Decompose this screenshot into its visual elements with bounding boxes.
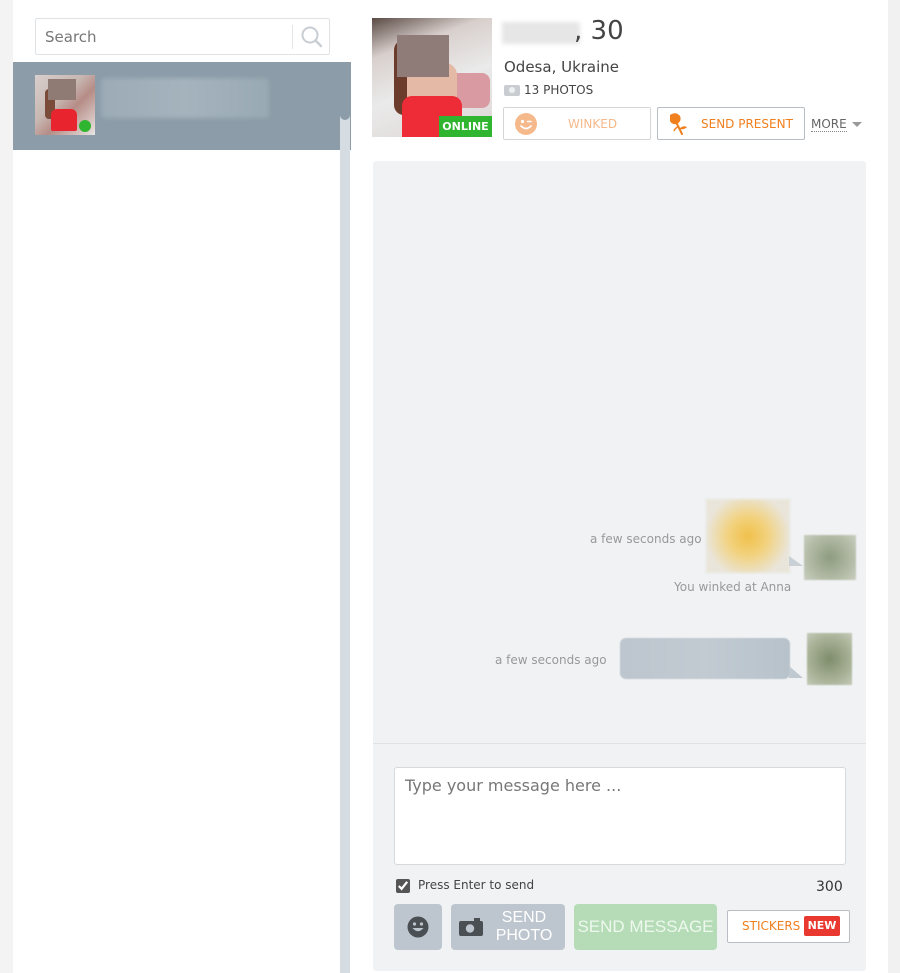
- blurred-face: [397, 35, 449, 77]
- send-photo-label: SEND PHOTO: [495, 909, 553, 944]
- char-counter: 300: [816, 879, 843, 895]
- search-input[interactable]: [36, 19, 291, 54]
- profile-age: , 30: [574, 16, 624, 46]
- search-divider: [292, 25, 293, 49]
- send-message-button[interactable]: SEND MESSAGE: [574, 904, 717, 950]
- search-icon: [301, 26, 323, 48]
- scrollbar-thumb[interactable]: [340, 62, 350, 120]
- send-present-label: SEND PRESENT: [701, 117, 793, 131]
- new-badge: NEW: [804, 916, 840, 936]
- camera-icon: [459, 918, 483, 936]
- message-bubble-redacted: [620, 638, 790, 679]
- online-status-dot: [79, 120, 91, 132]
- stickers-label: STICKERS: [742, 919, 801, 933]
- sender-avatar[interactable]: [807, 633, 852, 685]
- profile-photo[interactable]: ONLINE: [372, 18, 492, 137]
- profile-location: Odesa, Ukraine: [504, 58, 620, 76]
- photos-link[interactable]: 13 PHOTOS: [504, 83, 593, 97]
- rose-icon: [670, 113, 687, 135]
- photos-count: 13 PHOTOS: [524, 83, 594, 97]
- search-button[interactable]: [296, 22, 328, 52]
- contact-list-item[interactable]: [13, 62, 351, 150]
- profile-name-redacted: [502, 22, 580, 44]
- message-list: a few seconds ago You winked at Anna a f…: [373, 161, 866, 744]
- press-enter-label[interactable]: Press Enter to send: [418, 878, 534, 892]
- sidebar-scrollbar[interactable]: [340, 62, 350, 973]
- chat-panel: ONLINE , 30 Odesa, Ukraine 13 PHOTOS WIN…: [352, 0, 888, 973]
- message-timestamp: a few seconds ago: [590, 532, 702, 546]
- wink-caption: You winked at Anna: [674, 580, 792, 594]
- wink-sticker-image: [706, 499, 790, 573]
- camera-icon: [504, 84, 520, 96]
- conversation-sidebar: [13, 0, 352, 973]
- emoji-button[interactable]: [394, 904, 442, 950]
- online-badge: ONLINE: [439, 116, 492, 137]
- bubble-tail: [789, 556, 803, 566]
- stickers-button[interactable]: STICKERS NEW: [727, 910, 850, 943]
- send-photo-button[interactable]: SEND PHOTO: [451, 904, 565, 950]
- winked-button[interactable]: WINKED: [503, 107, 651, 140]
- wink-smiley-icon: [515, 113, 537, 135]
- press-enter-checkbox[interactable]: [396, 879, 410, 893]
- winked-label: WINKED: [568, 117, 618, 131]
- page-right-margin: [888, 0, 900, 973]
- search-box: [35, 18, 330, 55]
- chat-area: a few seconds ago You winked at Anna a f…: [373, 161, 866, 971]
- blurred-face: [48, 79, 76, 100]
- chevron-down-icon[interactable]: [852, 122, 862, 127]
- more-menu-link[interactable]: MORE: [811, 117, 847, 132]
- contact-name-redacted: [101, 78, 269, 118]
- sender-avatar[interactable]: [804, 535, 856, 580]
- bubble-tail: [789, 666, 803, 678]
- smiley-icon: [407, 916, 429, 938]
- message-timestamp: a few seconds ago: [495, 653, 607, 667]
- send-present-button[interactable]: SEND PRESENT: [657, 107, 805, 140]
- message-input[interactable]: [394, 767, 846, 865]
